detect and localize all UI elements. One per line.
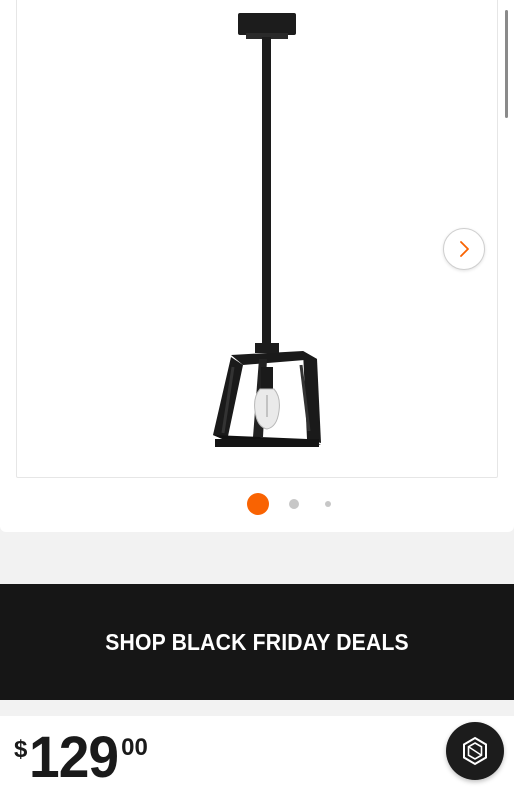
product-price: $ 129 00 — [14, 725, 148, 790]
carousel-dot-1[interactable] — [247, 493, 269, 515]
image-gallery — [0, 0, 514, 532]
pendant-light-icon — [213, 13, 321, 447]
carousel-dot-2[interactable] — [289, 499, 299, 509]
hexagon-chat-icon — [463, 736, 487, 766]
product-page: SHOP BLACK FRIDAY DEALS $ 129 00 — [0, 0, 514, 800]
price-cents: 00 — [121, 734, 148, 761]
product-image-frame[interactable] — [16, 0, 498, 478]
chat-assistant-button[interactable] — [446, 722, 504, 780]
carousel-pagination — [0, 492, 514, 516]
black-friday-banner[interactable]: SHOP BLACK FRIDAY DEALS — [0, 584, 514, 700]
price-dollars: 129 — [29, 725, 119, 790]
price-bar: $ 129 00 — [0, 716, 514, 800]
carousel-dot-3[interactable] — [325, 501, 331, 507]
scrollbar-thumb[interactable] — [505, 10, 508, 118]
promo-label: SHOP BLACK FRIDAY DEALS — [105, 628, 409, 655]
chevron-right-icon — [460, 241, 469, 257]
price-currency: $ — [14, 736, 28, 763]
next-image-button[interactable] — [443, 228, 485, 270]
